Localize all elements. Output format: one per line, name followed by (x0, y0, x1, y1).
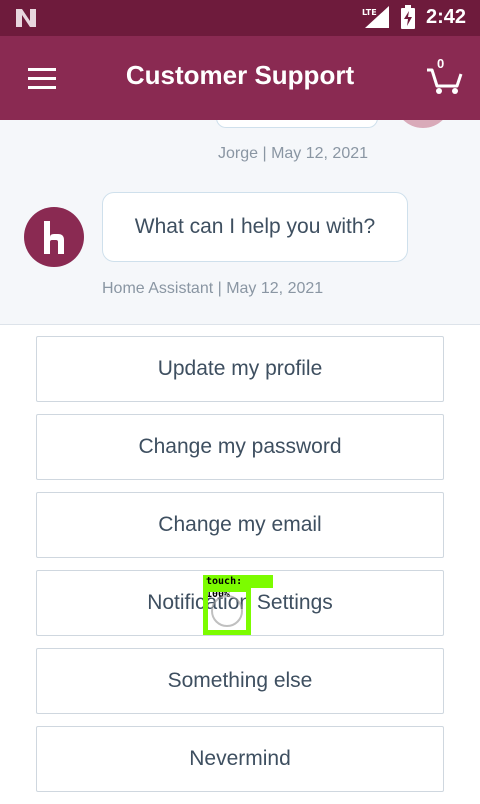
bot-avatar (24, 207, 84, 267)
option-nevermind[interactable]: Nevermind (36, 726, 444, 792)
app-bar: Customer Support 0 (0, 36, 480, 120)
option-notification-settings[interactable]: Notification Settings (36, 570, 444, 636)
option-change-password[interactable]: Change my password (36, 414, 444, 480)
status-time: 2:42 (426, 6, 467, 28)
status-bar: LTE 2:42 (0, 0, 480, 36)
previous-message-meta: Jorge | May 12, 2021 (218, 145, 369, 162)
option-update-profile[interactable]: Update my profile (36, 336, 444, 402)
option-something-else[interactable]: Something else (36, 648, 444, 714)
n-logo-icon (16, 9, 36, 27)
previous-message-bubble (216, 120, 378, 128)
home-assistant-logo-icon (44, 221, 64, 254)
network-label: LTE (362, 8, 377, 17)
user-avatar (394, 120, 452, 128)
option-change-email[interactable]: Change my email (36, 492, 444, 558)
chat-area: Jorge | May 12, 2021 What can I help you… (0, 120, 480, 325)
cart-count-badge: 0 (437, 56, 445, 71)
bot-message-meta: Home Assistant | May 12, 2021 (102, 280, 324, 297)
page-title: Customer Support (125, 60, 355, 90)
signal-icon: LTE (362, 6, 389, 28)
bot-message-bubble: What can I help you with? (102, 192, 408, 262)
shopping-cart-icon[interactable] (426, 56, 464, 96)
battery-charging-icon (401, 5, 415, 29)
quick-reply-options: Update my profile Change my password Cha… (36, 336, 444, 804)
